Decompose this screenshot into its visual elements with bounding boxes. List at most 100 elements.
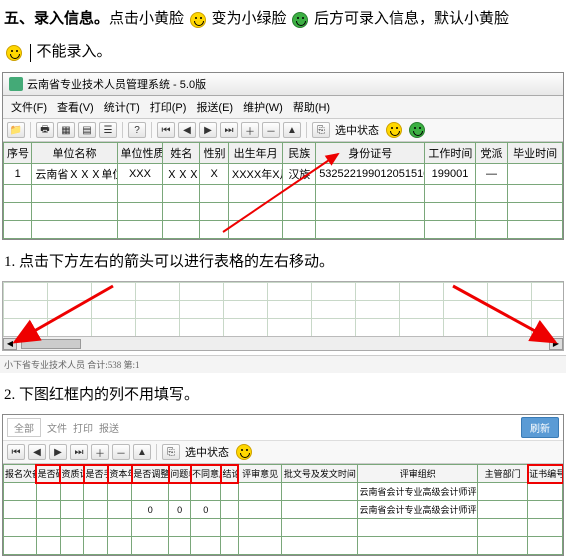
menu-maintain[interactable]: 维护(W) <box>239 98 287 116</box>
nav-last-icon[interactable]: ⏭ <box>70 444 88 460</box>
cell-unit[interactable]: 云南省ＸＸＸ单位 <box>32 164 117 185</box>
h2-10[interactable]: 批文号及发文时间 <box>282 465 358 483</box>
h2-11[interactable]: 评审组织 <box>358 465 478 483</box>
h2-6[interactable]: 问题单 <box>169 465 191 483</box>
h2-7[interactable]: 不同意原因 <box>191 465 221 483</box>
cell-gender[interactable]: X <box>200 164 228 185</box>
empty-row <box>4 221 563 239</box>
h2-9[interactable]: 评审意见 <box>238 465 282 483</box>
filter-print[interactable]: 打印 <box>73 420 93 435</box>
nav-next-icon[interactable]: ▶ <box>49 444 67 460</box>
cell-zero-1[interactable]: 0 <box>169 501 191 519</box>
intro-text-line2: 不能录入。 <box>37 44 112 60</box>
separator <box>151 122 152 138</box>
data-row-2a[interactable]: 云南省会计专业高级会计师评审委员会 <box>4 483 563 501</box>
nav-prev-icon[interactable]: ◀ <box>28 444 46 460</box>
refresh-button[interactable]: 刷新 <box>521 417 559 438</box>
col-unit[interactable]: 单位名称 <box>32 143 117 164</box>
copy-icon[interactable]: ⎘ <box>312 122 330 138</box>
edit-icon[interactable]: ▲ <box>133 444 151 460</box>
data-row[interactable]: 1 云南省ＸＸＸ单位 XXX ＸＸＸ X XXXX年X月 汉族 53252219… <box>4 164 563 185</box>
h2-8[interactable]: 结论 <box>221 465 238 483</box>
separator <box>122 122 123 138</box>
status-green-face-button[interactable] <box>409 122 425 138</box>
data-grid-2[interactable]: 报名次备档号 是否破格 资质计算 是否手续 资本年限 是否调整岗位人数 问题单 … <box>3 464 563 555</box>
app-icon <box>9 77 23 91</box>
filter-file[interactable]: 文件 <box>47 420 67 435</box>
cell-seq[interactable]: 1 <box>4 164 32 185</box>
filter-all[interactable]: 全部 <box>7 418 41 437</box>
col-unit-type[interactable]: 单位性质 <box>117 143 163 164</box>
window-title: 云南省专业技术人员管理系统 - 5.0版 <box>27 76 206 92</box>
nav-next-icon[interactable]: ▶ <box>199 122 217 138</box>
cell-zero-0[interactable]: 0 <box>132 501 169 519</box>
print-icon[interactable]: 🖶 <box>36 122 54 138</box>
menu-submit[interactable]: 报送(E) <box>192 98 237 116</box>
col-gender[interactable]: 性别 <box>200 143 228 164</box>
status-yellow-face-button[interactable] <box>236 444 252 460</box>
cell-unit-type[interactable]: XXX <box>117 164 163 185</box>
menu-stats[interactable]: 统计(T) <box>100 98 144 116</box>
cell-worktime[interactable]: 199001 <box>425 164 475 185</box>
cell-party[interactable]: — <box>475 164 508 185</box>
menu-file[interactable]: 文件(F) <box>7 98 51 116</box>
nav-first-icon[interactable]: ⏮ <box>157 122 175 138</box>
note-1: 1. 点击下方左右的箭头可以进行表格的左右移动。 <box>4 250 562 271</box>
menu-help[interactable]: 帮助(H) <box>289 98 334 116</box>
col-seq[interactable]: 序号 <box>4 143 32 164</box>
data-row-2b[interactable]: 0 0 0 云南省会计专业高级会计师评审委员会 <box>4 501 563 519</box>
cell-id[interactable]: 532522199012051510 <box>316 164 425 185</box>
text-cursor <box>30 44 31 62</box>
col-gradtime[interactable]: 毕业时间 <box>508 143 563 164</box>
h2-0[interactable]: 报名次备档号 <box>4 465 37 483</box>
edit-icon[interactable]: ▲ <box>283 122 301 138</box>
remove-icon[interactable]: － <box>112 444 130 460</box>
header-row: 序号 单位名称 单位性质 姓名 性别 出生年月 民族 身份证号 工作时间 党派 … <box>4 143 563 164</box>
cell-birth[interactable]: XXXX年X月 <box>228 164 283 185</box>
cell-ethnic[interactable]: 汉族 <box>283 164 316 185</box>
toolbar: 📁 🖶 ▦ ▤ ☰ ? ⏮ ◀ ▶ ⏭ ＋ － ▲ ⎘ 选中状态 <box>3 119 563 142</box>
add-icon[interactable]: ＋ <box>241 122 259 138</box>
question-icon[interactable]: ? <box>128 122 146 138</box>
remove-icon[interactable]: － <box>262 122 280 138</box>
cell-zero-2[interactable]: 0 <box>191 501 221 519</box>
col-worktime[interactable]: 工作时间 <box>425 143 475 164</box>
header-row-2: 报名次备档号 是否破格 资质计算 是否手续 资本年限 是否调整岗位人数 问题单 … <box>4 465 563 483</box>
nav-first-icon[interactable]: ⏮ <box>7 444 25 460</box>
col-name[interactable]: 姓名 <box>163 143 200 164</box>
filter-submit[interactable]: 报送 <box>99 420 119 435</box>
cell-name[interactable]: ＸＸＸ <box>163 164 200 185</box>
nav-prev-icon[interactable]: ◀ <box>178 122 196 138</box>
rows-icon[interactable]: ☰ <box>99 122 117 138</box>
h2-2[interactable]: 资质计算 <box>60 465 84 483</box>
col-party[interactable]: 党派 <box>475 143 508 164</box>
nav-last-icon[interactable]: ⏭ <box>220 122 238 138</box>
col-birth[interactable]: 出生年月 <box>228 143 283 164</box>
h2-5[interactable]: 是否调整岗位人数 <box>132 465 169 483</box>
folder-icon[interactable]: 📁 <box>7 122 25 138</box>
col-id[interactable]: 身份证号 <box>316 143 425 164</box>
h2-12[interactable]: 主管部门 <box>478 465 528 483</box>
cell-org-1[interactable]: 云南省会计专业高级会计师评审委员会 <box>358 483 478 501</box>
menubar: 文件(F) 查看(V) 统计(T) 打印(P) 报送(E) 维护(W) 帮助(H… <box>3 96 563 119</box>
cell-gradtime[interactable] <box>508 164 563 185</box>
h2-4[interactable]: 资本年限 <box>108 465 132 483</box>
menu-view[interactable]: 查看(V) <box>53 98 98 116</box>
h2-1[interactable]: 是否破格 <box>36 465 60 483</box>
data-grid-wrap: 序号 单位名称 单位性质 姓名 性别 出生年月 民族 身份证号 工作时间 党派 … <box>3 142 563 239</box>
add-icon[interactable]: ＋ <box>91 444 109 460</box>
h2-3[interactable]: 是否手续 <box>84 465 108 483</box>
empty-row <box>4 537 563 555</box>
data-grid[interactable]: 序号 单位名称 单位性质 姓名 性别 出生年月 民族 身份证号 工作时间 党派 … <box>3 142 563 239</box>
copy-icon[interactable]: ⎘ <box>162 444 180 460</box>
grid-icon[interactable]: ▤ <box>78 122 96 138</box>
smiley-green-icon <box>292 12 308 28</box>
status-strip: 小下省专业技术人员 合计:538 第:1 <box>0 355 566 373</box>
table-icon[interactable]: ▦ <box>57 122 75 138</box>
h2-13[interactable]: 证书编号 <box>528 465 563 483</box>
col-ethnic[interactable]: 民族 <box>283 143 316 164</box>
heading-text: 五、录入信息。 <box>4 11 109 27</box>
status-yellow-face-button[interactable] <box>386 122 402 138</box>
cell-org-2[interactable]: 云南省会计专业高级会计师评审委员会 <box>358 501 478 519</box>
menu-print[interactable]: 打印(P) <box>146 98 191 116</box>
